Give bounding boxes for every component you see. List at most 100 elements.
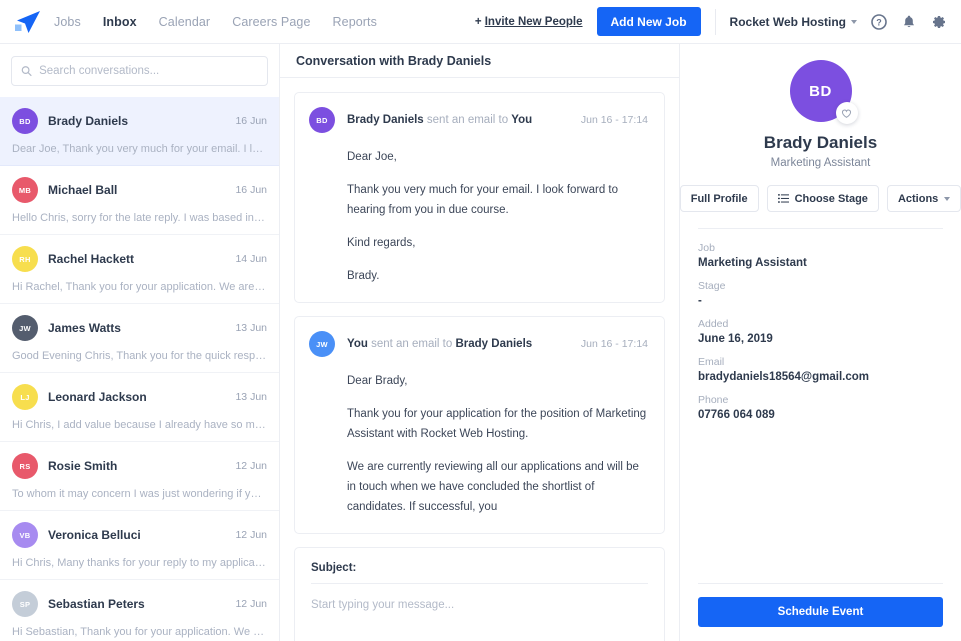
conversation-item-top: MB Michael Ball 16 Jun (12, 177, 267, 203)
favourite-button[interactable] (835, 102, 858, 124)
conversation-list-item[interactable]: LJ Leonard Jackson 13 Jun Hi Chris, I add v… (0, 373, 279, 442)
conversation-item-top: LJ Leonard Jackson 13 Jun (12, 384, 267, 410)
profile-role: Marketing Assistant (770, 157, 871, 169)
avatar: MB (12, 177, 38, 203)
conversation-item-name: Veronica Belluci (48, 528, 141, 542)
message-paragraph: Kind regards, (347, 237, 416, 249)
main-nav: Jobs Inbox Calendar Careers Page Reports (54, 15, 377, 29)
conversation-list-item[interactable]: MB Michael Ball 16 Jun Hello Chris, sorry f… (0, 166, 279, 235)
profile-name: Brady Daniels (763, 133, 878, 152)
message-paragraph: We are currently reviewing all our appli… (347, 461, 639, 513)
profile-field: Email bradydaniels18564@gmail.com (698, 356, 943, 383)
message-card: BD Brady Daniels sent an email to You Jun … (294, 92, 665, 303)
conversation-item-top: SP Sebastian Peters 12 Jun (12, 591, 267, 617)
conversation-item-top: JW James Watts 13 Jun (12, 315, 267, 341)
organization-selector[interactable]: Rocket Web Hosting (730, 15, 857, 29)
avatar: VB (12, 522, 38, 548)
message-input[interactable] (311, 596, 648, 641)
conversation-item-name: Michael Ball (48, 183, 118, 197)
app-root: Jobs Inbox Calendar Careers Page Reports… (0, 0, 961, 641)
conversation-list-item[interactable]: JW James Watts 13 Jun Good Evening Chris, T… (0, 304, 279, 373)
conversation-item-name: Rachel Hackett (48, 252, 135, 266)
nav-item-jobs[interactable]: Jobs (54, 15, 81, 29)
conversation-item-date: 14 Jun (235, 253, 267, 265)
list-icon (777, 194, 789, 203)
conversation-item-date: 16 Jun (235, 115, 267, 127)
conversation-list-item[interactable]: SP Sebastian Peters 12 Jun Hi Sebastian, Th… (0, 580, 279, 641)
conversation-title: Conversation with Brady Daniels (296, 53, 492, 68)
message-action: sent an email to (426, 114, 509, 126)
profile-field-label: Email (698, 356, 725, 368)
conversation-item-snippet: To whom it may concern I was just wonder… (12, 488, 267, 500)
conversation-item-snippet: Hi Sebastian, Thank you for your applica… (12, 626, 267, 638)
invite-new-people-link[interactable]: + Invite New People (475, 16, 583, 28)
profile-field-label: Job (698, 242, 715, 254)
nav-item-reports[interactable]: Reports (333, 15, 377, 29)
conversation-list-item[interactable]: BD Brady Daniels 16 Jun Dear Joe, Thank you… (0, 97, 279, 166)
conversation-scroll-area: BD Brady Daniels sent an email to You Jun … (280, 78, 679, 641)
conversation-item-top: BD Brady Daniels 16 Jun (12, 108, 267, 134)
conversation-list-item[interactable]: RH Rachel Hackett 14 Jun Hi Rachel, Thank y… (0, 235, 279, 304)
conversation-item-top: RH Rachel Hackett 14 Jun (12, 246, 267, 272)
conversation-item-name: Leonard Jackson (48, 390, 147, 404)
help-icon[interactable]: ? (871, 13, 887, 30)
message-header: BD Brady Daniels sent an email to You Jun … (309, 107, 648, 133)
message-header: JW You sent an email to Brady Daniels Jun … (309, 331, 648, 357)
profile-field-value: bradydaniels18564@gmail.com (698, 371, 870, 383)
message-body: Dear Brady, Thank you for your applicatio… (347, 371, 648, 517)
conversation-item-date: 16 Jun (235, 184, 267, 196)
conversation-item-name: Sebastian Peters (48, 597, 145, 611)
top-navigation-bar: Jobs Inbox Calendar Careers Page Reports… (0, 0, 961, 44)
nav-item-calendar[interactable]: Calendar (159, 15, 211, 29)
add-new-job-button[interactable]: Add New Job (596, 7, 701, 36)
search-area (0, 44, 279, 97)
profile-spacer (698, 432, 943, 567)
full-profile-button[interactable]: Full Profile (679, 185, 759, 212)
gear-icon[interactable] (931, 14, 947, 30)
avatar: BD (309, 107, 335, 133)
organization-name: Rocket Web Hosting (729, 14, 846, 29)
search-icon (21, 66, 32, 77)
main-body: BD Brady Daniels 16 Jun Dear Joe, Thank you… (0, 44, 961, 641)
conversation-item-date: 12 Jun (235, 460, 267, 472)
conversation-item-name: Rosie Smith (48, 459, 118, 473)
schedule-event-button[interactable]: Schedule Event (698, 597, 943, 627)
conversation-item-top: RS Rosie Smith 12 Jun (12, 453, 267, 479)
bell-icon[interactable] (901, 14, 917, 30)
message-timestamp: Jun 16 - 17:14 (580, 114, 648, 126)
avatar: SP (12, 591, 38, 617)
conversation-item-name: Brady Daniels (48, 114, 129, 128)
conversation-list-item[interactable]: RS Rosie Smith 12 Jun To whom it may concer… (0, 442, 279, 511)
message-sender: You (347, 338, 368, 350)
message-paragraph: Brady. (347, 270, 380, 282)
message-card: JW You sent an email to Brady Daniels Jun … (294, 316, 665, 534)
avatar: BD (789, 60, 858, 124)
subject-input[interactable] (362, 562, 648, 574)
toolbar-divider (714, 8, 716, 35)
profile-field-value: June 16, 2019 (698, 333, 773, 345)
message-recipient: Brady Daniels (455, 338, 533, 350)
choose-stage-button[interactable]: Choose Stage (766, 185, 879, 212)
conversation-item-top: VB Veronica Belluci 12 Jun (12, 522, 267, 548)
subject-line: Subject: (311, 562, 648, 584)
profile-panel: BD Brady Daniels Marketing Assistant Ful… (679, 44, 961, 641)
paper-plane-logo[interactable] (12, 9, 42, 35)
nav-item-inbox[interactable]: Inbox (103, 15, 137, 29)
message-paragraph: Thank you for your application for the p… (347, 408, 647, 440)
search-input[interactable] (39, 65, 258, 77)
message-recipient: You (511, 114, 533, 126)
message-timestamp: Jun 16 - 17:14 (580, 338, 648, 350)
search-box[interactable] (11, 56, 268, 86)
conversation-item-snippet: Hi Chris, I add value because I already … (12, 419, 267, 431)
heart-icon (841, 109, 852, 118)
message-action: sent an email to (371, 338, 453, 350)
actions-label: Actions (897, 192, 939, 205)
nav-item-careers-page[interactable]: Careers Page (232, 15, 310, 29)
conversation-list-item[interactable]: VB Veronica Belluci 12 Jun Hi Chris, Many t… (0, 511, 279, 580)
conversation-item-snippet: Dear Joe, Thank you very much for your e… (12, 143, 267, 155)
avatar: BD (12, 108, 38, 134)
profile-field-label: Added (698, 318, 729, 330)
conversation-item-name: James Watts (48, 321, 121, 335)
actions-dropdown-button[interactable]: Actions (886, 185, 961, 212)
reply-composer: Subject: Insert Template Send Reply (294, 547, 665, 641)
